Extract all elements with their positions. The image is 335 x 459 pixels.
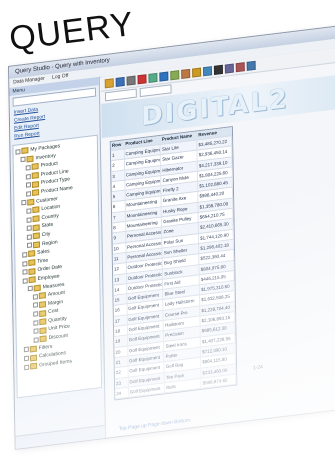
expand-icon[interactable] [22, 251, 28, 258]
expand-icon[interactable] [21, 200, 27, 206]
table-cell: 9 [112, 232, 127, 244]
table-cell: 10 [112, 242, 127, 254]
sort-icon[interactable] [170, 69, 180, 80]
folder-icon [33, 284, 41, 292]
expand-icon[interactable] [33, 311, 39, 317]
folder-icon [32, 241, 41, 249]
bold-icon[interactable] [213, 64, 223, 75]
print-icon[interactable] [126, 75, 136, 86]
filter-icon[interactable] [159, 71, 169, 82]
table-cell: 2 [111, 159, 125, 171]
expand-icon[interactable] [24, 364, 30, 370]
table-cell: 1 [110, 149, 125, 161]
folder-icon [39, 309, 47, 317]
folder-icon [32, 215, 40, 223]
expand-icon[interactable] [25, 173, 31, 180]
expand-icon[interactable] [22, 269, 28, 275]
expand-icon[interactable] [23, 347, 29, 353]
table-cell: 17 [113, 315, 128, 327]
folder-icon [29, 354, 38, 362]
folder-icon [39, 335, 47, 343]
folder-icon [28, 250, 36, 258]
folder-icon [27, 198, 35, 206]
expand-icon[interactable] [24, 355, 30, 362]
folder-icon [39, 318, 47, 326]
folder-icon [31, 163, 39, 171]
save-icon[interactable] [115, 76, 125, 87]
sidebar-bottom-bar [15, 424, 106, 449]
expand-icon[interactable] [20, 156, 26, 163]
table-cell: 18 [114, 325, 128, 337]
table-cell: 5 [111, 190, 126, 202]
expand-icon[interactable] [33, 319, 39, 326]
folder-icon [21, 147, 29, 155]
cut-icon[interactable] [137, 73, 147, 84]
table-cell: 23 [114, 377, 129, 389]
table-cell: 24 [115, 387, 129, 399]
grid-footer-links[interactable]: Top Page up Page down Bottom [119, 417, 190, 432]
folder-icon [32, 189, 40, 197]
folder-icon [39, 327, 47, 334]
promo-title-query: QUERY [7, 5, 137, 59]
folder-icon [30, 362, 38, 370]
expand-icon[interactable] [15, 148, 21, 155]
app-window: Query Studio - Query with Inventory Data… [8, 24, 335, 451]
expand-icon[interactable] [32, 293, 38, 300]
expand-icon[interactable] [22, 260, 28, 267]
table-cell: 19 [114, 335, 128, 347]
open-icon[interactable] [104, 77, 114, 88]
expand-icon[interactable] [25, 182, 32, 188]
table-cell: 20 [114, 346, 129, 358]
table-cell: 13 [113, 273, 127, 285]
table-cell: 11 [112, 252, 127, 264]
folder-icon [28, 276, 36, 284]
sigma-icon[interactable] [235, 61, 245, 72]
sum-icon[interactable] [192, 66, 202, 78]
table-cell: 21 [114, 356, 129, 368]
format-icon[interactable] [224, 62, 234, 74]
table-cell: 4 [111, 180, 126, 192]
expand-icon[interactable] [25, 164, 31, 171]
table-cell: 12 [112, 263, 127, 275]
help-icon[interactable] [246, 60, 256, 71]
folder-icon [28, 259, 36, 267]
expand-icon[interactable] [33, 328, 39, 335]
folder-icon [38, 292, 46, 300]
expand-icon[interactable] [33, 302, 39, 309]
folder-icon [28, 267, 36, 275]
expand-icon[interactable] [27, 242, 33, 249]
package-tree: My Packages Inventory Product Product Line P… [12, 134, 103, 399]
folder-icon [31, 172, 39, 180]
folder-icon [32, 206, 40, 214]
expand-icon[interactable] [26, 208, 32, 214]
pager-text: 1-24 [252, 364, 263, 372]
folder-icon [32, 223, 40, 231]
expand-icon[interactable] [26, 216, 32, 223]
expand-icon[interactable] [22, 277, 28, 284]
expand-icon[interactable] [26, 234, 32, 240]
table-cell: 22 [114, 366, 129, 378]
table-cell: 6 [111, 201, 126, 213]
chart-icon[interactable] [202, 65, 213, 76]
folder-icon [31, 180, 39, 188]
folder-icon [29, 345, 37, 353]
folder-icon [26, 155, 34, 163]
expand-icon[interactable] [26, 225, 32, 232]
expand-icon[interactable] [33, 337, 39, 343]
table-cell: 7 [112, 211, 126, 223]
table-cell: 3 [111, 170, 125, 182]
sidebar: Menu Insert Data Create Report Edit Repo… [9, 76, 107, 449]
menu-item-log-off[interactable]: Log Off [52, 73, 68, 81]
table-cell: 16 [113, 304, 128, 316]
group-icon[interactable] [181, 68, 191, 79]
folder-icon [38, 301, 47, 309]
report-grid: Row Product Line Product Name Revenue 1 Campi… [109, 126, 238, 401]
expand-icon[interactable] [26, 190, 32, 197]
expand-icon[interactable] [27, 285, 33, 292]
copy-icon[interactable] [148, 72, 158, 83]
table-cell: 15 [113, 294, 128, 306]
table-cell: 14 [113, 284, 127, 296]
folder-icon [32, 232, 40, 240]
table-cell: 8 [112, 221, 126, 233]
